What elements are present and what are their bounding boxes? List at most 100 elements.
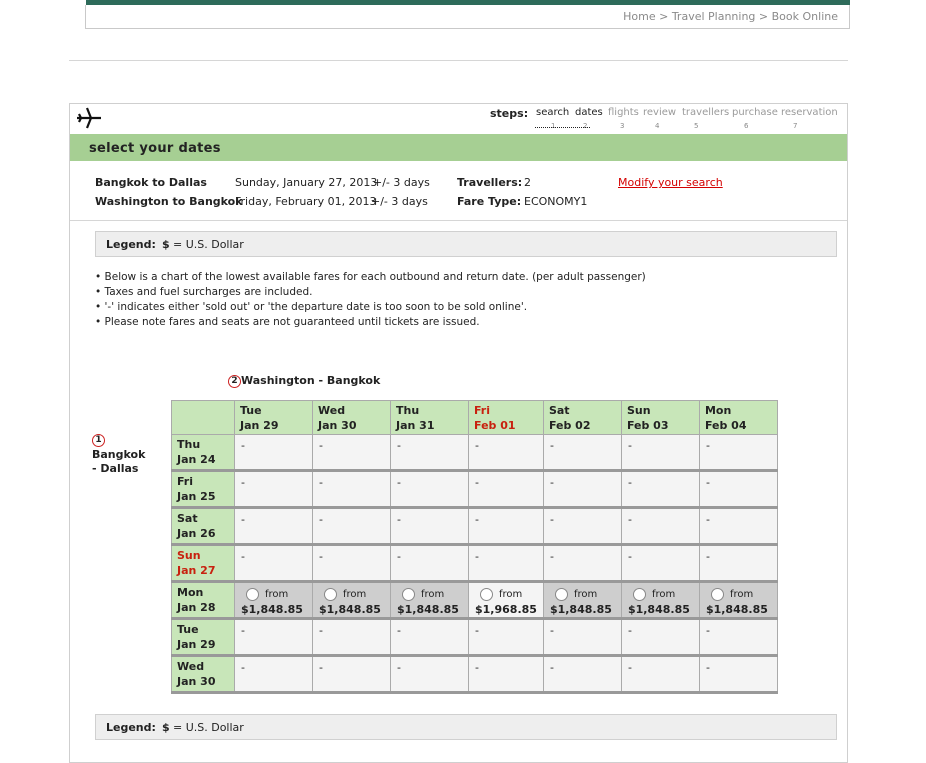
fare-grid: Tue Jan 29 Wed Jan 30 Thu Jan 31 Fri Feb 01 … <box>171 400 778 694</box>
fare-type-value: ECONOMY1 <box>524 195 588 208</box>
fare-grid-header: Tue Jan 29 Wed Jan 30 Thu Jan 31 Fri Feb 01 … <box>171 400 778 435</box>
step-number: 4 <box>655 122 660 130</box>
legend-label: Legend: <box>106 238 156 251</box>
fare-price: $1,848.85 <box>397 602 459 616</box>
fare-row: Sat Jan 26- - - - - - - <box>171 507 778 546</box>
fare-cell-unavailable: - <box>234 544 313 583</box>
radio-button[interactable] <box>710 587 724 601</box>
fare-notes: • Below is a chart of the lowest availab… <box>95 270 646 330</box>
step-number: 6 <box>744 122 749 130</box>
fare-cell[interactable]: from $1,968.85 <box>468 581 544 620</box>
fare-cell-unavailable: - <box>698 618 778 657</box>
row-header: Thu Jan 24 <box>171 434 235 472</box>
from-label: from <box>729 589 754 600</box>
fare-cell-unavailable: - <box>620 434 700 472</box>
fare-cell-unavailable: - <box>620 618 700 657</box>
fare-cell-unavailable: - <box>698 655 778 694</box>
return-leg-title: Washington - Bangkok <box>241 374 381 387</box>
step-number: 5 <box>694 122 699 130</box>
column-header: Mon Feb 04 <box>698 400 778 435</box>
fare-cell-unavailable: - <box>234 655 313 694</box>
fare-cell-unavailable: - <box>390 434 469 472</box>
fare-price: $1,848.85 <box>627 602 690 616</box>
step-reservation: reservation <box>781 107 838 118</box>
modify-search-link[interactable]: Modify your search <box>618 176 723 189</box>
note-item: • Please note fares and seats are not gu… <box>95 316 480 328</box>
divider <box>69 60 848 61</box>
from-label: from <box>265 589 289 600</box>
radio-button[interactable] <box>632 587 646 601</box>
fare-cell-unavailable: - <box>620 470 700 509</box>
airplane-icon <box>77 107 101 129</box>
fare-cell-unavailable: - <box>312 544 391 583</box>
legend-box-bottom: Legend: $ = U.S. Dollar <box>95 714 837 740</box>
return-flex: +/- 3 days <box>371 195 428 208</box>
fare-cell-unavailable: - <box>234 618 313 657</box>
fare-cell-unavailable: - <box>542 470 622 509</box>
fare-cell-unavailable: - <box>698 507 778 546</box>
travellers-label: Travellers: <box>457 176 523 189</box>
legend-text: = U.S. Dollar <box>173 238 244 251</box>
radio-button[interactable] <box>480 587 493 601</box>
fare-cell[interactable]: from $1,848.85 <box>390 581 469 620</box>
outbound-flex: +/- 3 days <box>373 176 430 189</box>
note-item: • Below is a chart of the lowest availab… <box>95 271 646 283</box>
steps-label: steps: <box>490 107 529 120</box>
fare-price: $1,968.85 <box>475 602 537 616</box>
fare-cell-unavailable: - <box>698 434 778 472</box>
fare-cell-unavailable: - <box>390 618 469 657</box>
breadcrumb-home[interactable]: Home <box>623 10 655 23</box>
step-number: 7 <box>793 122 798 130</box>
step-1-number: 1 <box>92 434 105 447</box>
from-label: from <box>499 589 523 600</box>
fare-cell-unavailable: - <box>542 434 622 472</box>
row-header: Sat Jan 26 <box>171 507 235 546</box>
row-header: Sun Jan 27 <box>171 544 235 583</box>
column-header: Wed Jan 30 <box>312 400 391 435</box>
note-item: • '-' indicates either 'sold out' or 'th… <box>95 301 528 313</box>
step-search: search <box>536 107 570 118</box>
page-title: select your dates <box>89 141 221 156</box>
outbound-date: Sunday, January 27, 2013 <box>235 176 378 189</box>
breadcrumb-book-online[interactable]: Book Online <box>772 10 838 23</box>
fare-price: $1,848.85 <box>705 602 768 616</box>
fare-cell[interactable]: from $1,848.85 <box>620 581 700 620</box>
radio-button[interactable] <box>246 587 259 601</box>
fare-cell[interactable]: from $1,848.85 <box>312 581 391 620</box>
legend-label: Legend: <box>106 721 156 734</box>
row-header: Tue Jan 29 <box>171 618 235 657</box>
fare-cell-unavailable: - <box>390 544 469 583</box>
fare-cell[interactable]: from $1,848.85 <box>234 581 313 620</box>
fare-cell-unavailable: - <box>390 507 469 546</box>
fare-cell[interactable]: from $1,848.85 <box>698 581 778 620</box>
breadcrumb-separator: > <box>659 10 669 23</box>
return-route: Washington to Bangkok <box>95 195 243 208</box>
from-label: from <box>651 589 676 600</box>
fare-cell-unavailable: - <box>312 618 391 657</box>
radio-button[interactable] <box>402 587 415 601</box>
fare-cell-unavailable: - <box>620 655 700 694</box>
legend-box: Legend: $ = U.S. Dollar <box>95 231 837 257</box>
fare-row: Tue Jan 29- - - - - - - <box>171 618 778 657</box>
breadcrumb: Home > Travel Planning > Book Online <box>623 10 838 23</box>
radio-button[interactable] <box>324 587 337 601</box>
note-item: • Taxes and fuel surcharges are included… <box>95 286 313 298</box>
fare-cell[interactable]: from $1,848.85 <box>542 581 622 620</box>
radio-button[interactable] <box>554 587 568 601</box>
outbound-route: Bangkok to Dallas <box>95 176 207 189</box>
fare-cell-unavailable: - <box>542 618 622 657</box>
fare-cell-unavailable: - <box>620 544 700 583</box>
fare-cell-unavailable: - <box>312 470 391 509</box>
step-travellers: travellers <box>682 107 730 118</box>
fare-cell-unavailable: - <box>468 655 544 694</box>
fare-cell-unavailable: - <box>620 507 700 546</box>
breadcrumb-travel-planning[interactable]: Travel Planning <box>672 10 756 23</box>
step-number: 3 <box>620 122 625 130</box>
step-purchase: purchase <box>732 107 778 118</box>
travellers-value: 2 <box>524 176 531 189</box>
fare-cell-unavailable: - <box>468 507 544 546</box>
fare-cell-unavailable: - <box>234 470 313 509</box>
fare-price: $1,848.85 <box>241 602 303 616</box>
divider <box>70 220 847 221</box>
fare-cell-unavailable: - <box>468 470 544 509</box>
